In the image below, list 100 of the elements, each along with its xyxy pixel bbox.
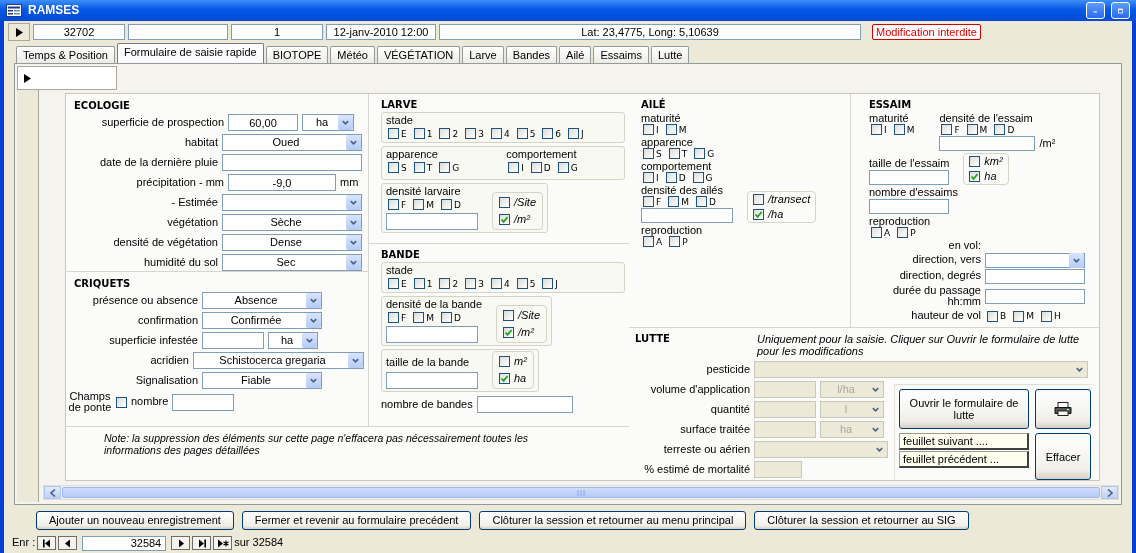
next-record-button[interactable] — [171, 536, 191, 550]
checkbox[interactable] — [542, 278, 554, 289]
checkbox[interactable] — [116, 396, 127, 408]
text-field[interactable] — [386, 326, 478, 343]
record-field[interactable]: Lat: 23,4775, Long: 5,10639 — [439, 24, 861, 40]
checkbox[interactable] — [871, 227, 882, 239]
dropdown-field[interactable] — [985, 252, 1085, 268]
sheet-button[interactable]: feuillet précédent ... — [899, 451, 1029, 469]
scrollbar-thumb[interactable] — [62, 487, 1100, 498]
checkbox[interactable] — [413, 162, 425, 173]
text-field[interactable] — [172, 393, 235, 411]
checkbox[interactable] — [987, 310, 998, 322]
dropdown-field[interactable]: ha — [268, 332, 318, 349]
record-field[interactable]: 32702 — [33, 24, 125, 40]
checkbox[interactable] — [499, 196, 510, 208]
checkbox[interactable] — [388, 278, 399, 289]
checkbox[interactable] — [388, 199, 399, 210]
checkbox[interactable] — [440, 312, 452, 323]
checkbox[interactable] — [994, 124, 1006, 135]
text-field[interactable] — [869, 199, 949, 215]
text-field[interactable] — [939, 136, 1036, 151]
checkbox[interactable] — [499, 373, 510, 385]
dropdown-field[interactable]: Sèche — [222, 214, 362, 231]
tab[interactable]: Formulaire de saisie rapide — [117, 43, 264, 63]
checkbox[interactable] — [668, 148, 680, 159]
text-field[interactable] — [386, 372, 478, 390]
text-field[interactable] — [641, 208, 733, 223]
checkbox[interactable] — [465, 278, 477, 289]
text-field[interactable] — [476, 396, 573, 414]
text-field[interactable] — [985, 268, 1085, 284]
checkbox[interactable] — [516, 278, 528, 289]
dropdown-field[interactable]: Schistocerca gregaria — [193, 352, 364, 369]
text-field[interactable] — [222, 154, 362, 171]
checkbox[interactable] — [665, 124, 677, 135]
checkbox[interactable] — [499, 213, 510, 225]
record-field[interactable] — [128, 24, 228, 40]
scroll-right-button[interactable] — [1101, 486, 1118, 499]
checkbox[interactable] — [568, 128, 580, 139]
action-button[interactable]: Fermer et revenir au formulaire precédent — [241, 511, 472, 530]
checkbox[interactable] — [665, 172, 677, 183]
checkbox[interactable] — [439, 278, 451, 289]
checkbox[interactable] — [508, 162, 520, 173]
checkbox[interactable] — [643, 236, 654, 247]
last-record-button[interactable] — [192, 536, 212, 550]
checkbox[interactable] — [966, 124, 978, 135]
checkbox[interactable] — [643, 172, 654, 183]
checkbox[interactable] — [753, 208, 764, 220]
checkbox[interactable] — [439, 162, 451, 173]
checkbox[interactable] — [668, 196, 680, 207]
checkbox[interactable] — [388, 162, 399, 173]
previous-record-button[interactable] — [58, 536, 78, 550]
checkbox[interactable] — [1040, 310, 1052, 322]
checkbox[interactable] — [542, 128, 554, 139]
tab[interactable]: Larve — [462, 46, 504, 63]
tab[interactable]: Météo — [330, 46, 375, 63]
action-button[interactable]: Clôturer la session et retourner au SIG — [754, 511, 969, 530]
checkbox[interactable] — [499, 356, 510, 368]
checkbox[interactable] — [440, 199, 452, 210]
tab[interactable]: Essaims — [593, 46, 649, 63]
text-field[interactable]: 60,00 — [228, 114, 298, 131]
checkbox[interactable] — [490, 278, 502, 289]
record-field[interactable]: 12-janv-2010 12:00 — [326, 24, 436, 40]
checkbox[interactable] — [413, 278, 425, 289]
checkbox[interactable] — [695, 196, 707, 207]
tab[interactable]: BIOTOPE — [265, 46, 329, 63]
checkbox[interactable] — [692, 172, 704, 183]
dropdown-field[interactable]: Oued — [222, 134, 362, 151]
dropdown-field[interactable]: Fiable — [202, 372, 322, 389]
text-field[interactable] — [202, 332, 264, 349]
checkbox[interactable] — [643, 124, 654, 135]
minimize-button[interactable] — [1086, 2, 1105, 19]
dropdown-field[interactable]: Sec — [222, 254, 362, 271]
new-record-button[interactable] — [213, 536, 233, 550]
checkbox[interactable] — [388, 312, 399, 323]
tab[interactable]: Temps & Position — [16, 46, 115, 63]
checkbox[interactable] — [969, 156, 981, 168]
checkbox[interactable] — [503, 309, 515, 321]
record-number-field[interactable]: 32584 — [82, 535, 167, 551]
action-button[interactable]: Clôturer la session et retourner au menu principal — [479, 511, 747, 530]
checkbox[interactable] — [669, 236, 681, 247]
text-field[interactable] — [985, 288, 1085, 304]
first-record-button[interactable] — [37, 536, 57, 550]
checkbox[interactable] — [465, 128, 477, 139]
checkbox[interactable] — [530, 162, 542, 173]
maximize-button[interactable] — [1111, 2, 1130, 19]
checkbox[interactable] — [643, 196, 654, 207]
checkbox[interactable] — [490, 128, 502, 139]
dropdown-field[interactable]: Confirmée — [202, 312, 322, 329]
clear-button[interactable]: Effacer — [1035, 433, 1091, 480]
checkbox[interactable] — [893, 124, 905, 135]
checkbox[interactable] — [694, 148, 706, 159]
checkbox[interactable] — [413, 312, 425, 323]
checkbox[interactable] — [1013, 310, 1025, 322]
tab[interactable]: Ailé — [559, 46, 592, 63]
checkbox[interactable] — [557, 162, 569, 173]
dropdown-field[interactable]: Absence — [202, 292, 322, 309]
tab[interactable]: Lutte — [650, 46, 690, 63]
checkbox[interactable] — [969, 171, 981, 183]
text-field[interactable]: -9,0 — [228, 174, 336, 191]
print-button[interactable] — [1035, 389, 1091, 430]
